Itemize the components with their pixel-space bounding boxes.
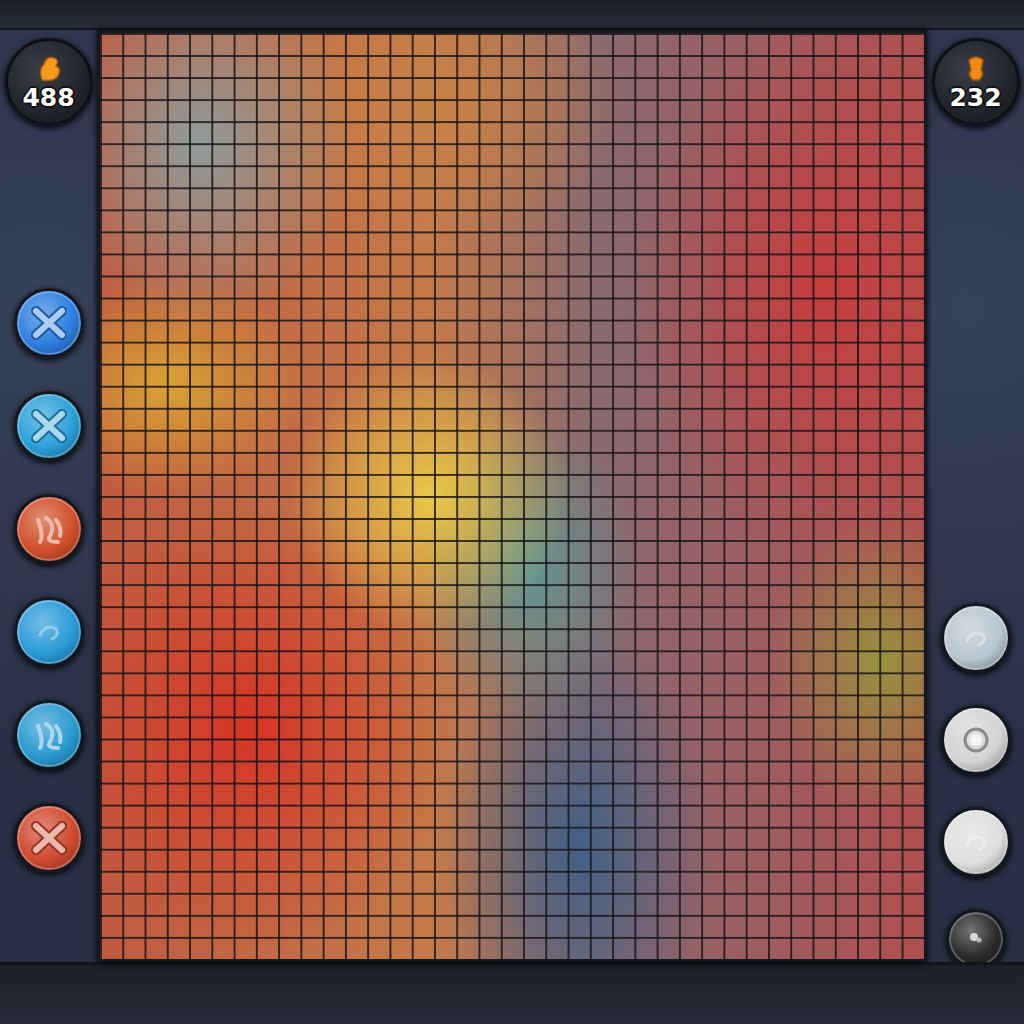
rune-icon [26,506,72,552]
tool-button[interactable] [14,494,84,564]
tool-button[interactable] [941,705,1011,775]
swirl-icon [953,615,999,661]
left-panel: 488 [0,30,97,962]
board-grid [100,33,924,959]
right-score-badge: 232 [932,38,1020,126]
tool-button[interactable] [14,597,84,667]
tool-button[interactable] [14,700,84,770]
ring-icon [953,717,999,763]
game-board[interactable] [97,30,927,962]
game-area: 488 232 [0,30,1024,962]
left-tools [14,288,84,873]
bell-icon [959,52,993,84]
tool-button[interactable] [941,807,1011,877]
board-container [97,30,927,962]
right-tools [941,603,1011,969]
tool-button[interactable] [14,391,84,461]
left-score-badge: 488 [5,38,93,126]
cross-icon [26,815,72,861]
top-bar [0,0,1024,30]
swirl-icon [953,819,999,865]
tool-button[interactable] [941,603,1011,673]
cross-icon [26,300,72,346]
tool-button[interactable] [14,288,84,358]
cross-icon [26,403,72,449]
left-score: 488 [20,84,76,112]
swirl-icon [26,609,72,655]
right-panel: 232 [927,30,1024,962]
tool-button[interactable] [14,803,84,873]
bottom-bar [0,962,1024,1024]
tool-button[interactable] [946,909,1006,969]
arm-icon [32,52,66,84]
right-score: 232 [947,84,1003,112]
rune-icon [26,712,72,758]
dot-icon [956,919,996,959]
